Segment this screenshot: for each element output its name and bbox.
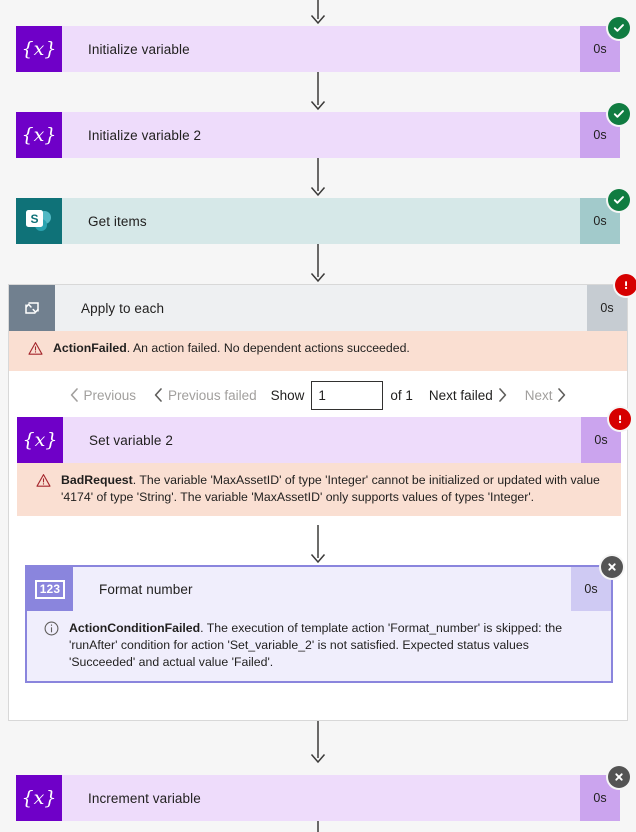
action-title: Initialize variable bbox=[88, 41, 190, 57]
action-title: Format number bbox=[99, 581, 193, 597]
action-title: Set variable 2 bbox=[89, 432, 173, 448]
connector-arrow bbox=[0, 72, 636, 112]
action-title: Get items bbox=[88, 213, 147, 229]
status-badge-skipped bbox=[608, 766, 630, 788]
action-card-apply-to-each[interactable]: Apply to each 0s bbox=[9, 274, 636, 331]
variable-braces-icon: {x} bbox=[16, 26, 62, 72]
connector-arrow bbox=[0, 721, 636, 765]
action-card-initialize-variable-2[interactable]: {x} Initialize variable 2 0s bbox=[16, 103, 630, 158]
connector-arrow bbox=[0, 158, 636, 198]
status-badge-succeeded bbox=[608, 17, 630, 39]
previous-failed-button[interactable]: Previous failed bbox=[145, 388, 266, 403]
action-title: Apply to each bbox=[81, 300, 165, 316]
page-total-label: of 1 bbox=[390, 387, 413, 403]
connector-arrow bbox=[0, 821, 636, 832]
message-bad-request: BadRequest. The variable 'MaxAssetID' of… bbox=[17, 463, 621, 516]
action-title: Initialize variable 2 bbox=[88, 127, 202, 143]
next-failed-button-label: Next failed bbox=[428, 387, 493, 403]
number-123-icon: 123 bbox=[27, 567, 73, 611]
status-badge-failed bbox=[615, 274, 636, 296]
next-button[interactable]: Next bbox=[516, 388, 576, 403]
message-code: BadRequest bbox=[61, 473, 133, 487]
iteration-pager: Previous Previous failed Show of 1 Next … bbox=[9, 371, 627, 419]
sharepoint-icon: S bbox=[16, 198, 62, 244]
action-card-increment-variable[interactable]: {x} Increment variable 0s bbox=[16, 766, 630, 821]
message-text: ActionFailed. An action failed. No depen… bbox=[53, 340, 611, 357]
status-badge-failed bbox=[609, 408, 631, 430]
loop-repeat-icon bbox=[9, 285, 55, 331]
next-failed-button[interactable]: Next failed bbox=[420, 388, 516, 403]
action-title: Increment variable bbox=[88, 790, 201, 806]
flow-run-canvas: {x} Initialize variable 0s {x} Initializ… bbox=[0, 0, 636, 832]
status-badge-succeeded bbox=[608, 189, 630, 211]
message-detail: . An action failed. No dependent actions… bbox=[126, 341, 410, 355]
warning-triangle-icon bbox=[28, 341, 43, 361]
message-text: BadRequest. The variable 'MaxAssetID' of… bbox=[61, 472, 605, 506]
message-action-condition-failed: ActionConditionFailed. The execution of … bbox=[27, 611, 611, 681]
action-card-initialize-variable[interactable]: {x} Initialize variable 0s bbox=[16, 17, 630, 72]
status-badge-succeeded bbox=[608, 103, 630, 125]
page-number-input[interactable] bbox=[311, 380, 384, 410]
message-text: ActionConditionFailed. The execution of … bbox=[69, 620, 595, 671]
previous-button-label: Previous bbox=[83, 387, 137, 403]
action-card-format-number[interactable]: 123 Format number 0s ActionConditionFail… bbox=[25, 556, 623, 683]
next-button-label: Next bbox=[524, 387, 553, 403]
connector-arrow bbox=[17, 525, 619, 565]
message-action-failed: ActionFailed. An action failed. No depen… bbox=[9, 331, 627, 371]
previous-button[interactable]: Previous bbox=[61, 388, 146, 403]
action-card-set-variable-2[interactable]: {x} Set variable 2 0s BadRequest. The va… bbox=[17, 408, 631, 516]
scope-apply-to-each: Apply to each 0s ActionFailed. An action… bbox=[8, 274, 636, 721]
connector-arrow bbox=[0, 0, 636, 26]
variable-braces-icon: {x} bbox=[16, 112, 62, 158]
warning-triangle-icon bbox=[36, 473, 51, 493]
show-label: Show bbox=[270, 387, 305, 403]
previous-failed-button-label: Previous failed bbox=[168, 387, 257, 403]
message-code: ActionFailed bbox=[53, 341, 127, 355]
message-detail: . The variable 'MaxAssetID' of type 'Int… bbox=[61, 473, 600, 504]
message-code: ActionConditionFailed bbox=[69, 621, 201, 635]
info-circle-icon bbox=[44, 621, 59, 641]
variable-braces-icon: {x} bbox=[17, 417, 63, 463]
action-card-get-items[interactable]: S Get items 0s bbox=[16, 189, 630, 244]
status-badge-skipped bbox=[601, 556, 623, 578]
connector-arrow bbox=[0, 244, 636, 284]
variable-braces-icon: {x} bbox=[16, 775, 62, 821]
